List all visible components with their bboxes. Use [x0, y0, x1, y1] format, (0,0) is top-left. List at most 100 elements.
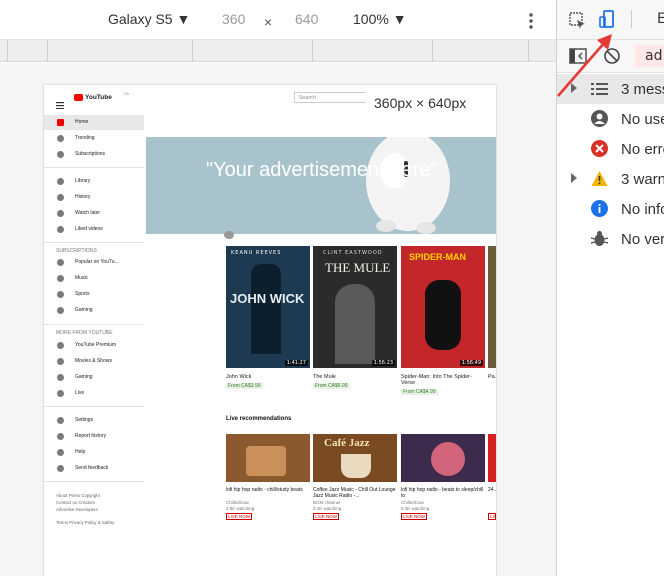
sidebar-item-label: Music — [75, 275, 89, 281]
info-icon — [591, 200, 608, 217]
sidebar-item-gaming-sub[interactable]: Gaming — [44, 303, 144, 318]
live-title[interactable]: lofi hip hop radio - beats to sleep/chil… — [401, 487, 485, 499]
sidebar-item-premium[interactable]: YouTube Premium — [44, 338, 144, 353]
youtube-logo-icon[interactable] — [74, 94, 83, 101]
sidebar-item-label: Home — [75, 119, 89, 125]
elements-tab[interactable]: E — [657, 11, 664, 27]
filter-input[interactable]: ad. — [635, 45, 664, 67]
live-badge: LIVE — [488, 513, 496, 520]
ruler-segment — [313, 40, 433, 62]
movie-card-partial[interactable] — [488, 246, 496, 368]
expand-arrow-icon[interactable] — [571, 173, 577, 183]
live-channel[interactable]: ChilledCow — [226, 500, 249, 505]
sidebar-item-subscriptions[interactable]: Subscriptions — [44, 147, 144, 162]
home-icon — [57, 119, 64, 126]
height-input[interactable]: 640 — [295, 11, 318, 27]
sidebar-item-label: Live — [75, 390, 85, 396]
live-thumbnail-lofi[interactable] — [226, 434, 310, 482]
poster-title: THE MULE — [325, 260, 391, 275]
device-toolbar-toggle-icon[interactable] — [599, 10, 615, 30]
width-input[interactable]: 360 — [222, 11, 245, 27]
media-query-ruler[interactable] — [0, 40, 556, 62]
sidebar-item-help[interactable]: Help — [44, 445, 144, 460]
thumbnail-art — [246, 446, 286, 476]
sidebar-item-history[interactable]: History — [44, 190, 144, 205]
sidebar-item-sports[interactable]: Sports — [44, 287, 144, 302]
movie-card-spider-verse[interactable]: SPIDER-MAN 1:56:49 — [401, 246, 485, 368]
more-from-youtube-header: MORE FROM YOUTUBE — [56, 330, 113, 336]
movie-title[interactable]: John Wick — [226, 374, 251, 380]
inspect-element-icon[interactable] — [569, 12, 587, 30]
sidebar-item-movies[interactable]: Movies & Shows — [44, 354, 144, 369]
bug-icon — [590, 230, 609, 247]
sidebar-item-live[interactable]: Live — [44, 386, 144, 401]
movie-title[interactable]: Pa... Gr... — [488, 374, 496, 380]
piggy-bank-image — [366, 137, 450, 234]
sidebar-item-home[interactable]: Home — [44, 115, 144, 130]
live-badge: LIVE NOW — [226, 513, 253, 520]
user-icon — [591, 110, 608, 127]
sidebar-item-label: Watch later — [75, 210, 101, 216]
device-select[interactable]: Galaxy S5 ▼ — [108, 11, 190, 27]
sidebar-item-trending[interactable]: Trending — [44, 131, 144, 146]
sidebar-item-label: Report history — [75, 433, 107, 439]
sidebar-item-label: Liked videos — [75, 226, 103, 232]
console-row-user[interactable]: No use — [557, 104, 664, 134]
menu-icon[interactable] — [56, 94, 64, 110]
times-sign: × — [264, 14, 273, 30]
sidebar-item-report-history[interactable]: Report history — [44, 429, 144, 444]
poster-figure — [335, 284, 375, 364]
viewport-size-badge: 360px × 640px — [366, 89, 496, 117]
live-title[interactable]: Coffee Jazz Music - Chill Out Lounge Jaz… — [313, 487, 397, 499]
youtube-logo-text[interactable]: YouTube — [85, 94, 112, 101]
footer-links[interactable]: Terms Privacy Policy & Safety — [56, 520, 114, 525]
channel-avatar — [224, 231, 234, 239]
movie-card-the-mule[interactable]: CLINT EASTWOOD THE MULE 1:56:23 — [313, 246, 397, 368]
sidebar-item-liked-videos[interactable]: Liked videos — [44, 222, 144, 237]
search-input[interactable]: Search — [294, 92, 369, 103]
more-options-icon[interactable] — [529, 12, 533, 30]
live-channel[interactable]: BGM channel — [313, 500, 340, 505]
poster-figure — [251, 264, 281, 354]
sidebar-item-library[interactable]: Library — [44, 174, 144, 189]
feedback-icon — [57, 465, 64, 472]
subscriptions-header: SUBSCRIPTIONS — [56, 248, 97, 254]
footer-links[interactable]: Advertise Developers — [56, 507, 98, 512]
footer-links[interactable]: About Press Copyright — [56, 493, 100, 498]
live-title[interactable]: 24... — [488, 487, 496, 493]
emulated-viewport[interactable]: YouTube CA Search Home Trending Subscrip… — [44, 85, 496, 576]
row-label: No ver — [621, 231, 664, 248]
divider — [44, 167, 144, 168]
filter-value: ad. — [645, 48, 664, 64]
movie-price: From CA$3.99 — [226, 383, 263, 389]
device-name: Galaxy S5 — [108, 11, 173, 27]
console-row-warnings[interactable]: 3 warn — [557, 164, 664, 194]
sidebar-item-settings[interactable]: Settings — [44, 413, 144, 428]
advertisement-banner[interactable]: "Your advertisement here" — [146, 137, 496, 234]
thumbnail-text: Café Jazz — [324, 437, 370, 449]
live-title[interactable]: lofi hip hop radio - chill/study beats — [226, 487, 303, 493]
zoom-select[interactable]: 100% ▼ — [353, 11, 407, 27]
live-thumbnail-partial[interactable] — [488, 434, 496, 482]
divider — [631, 10, 632, 28]
movie-card-john-wick[interactable]: KEANU REEVES JOHN WICK 1:41:27 — [226, 246, 310, 368]
sidebar-item-label: Send feedback — [75, 465, 109, 471]
console-row-errors[interactable]: No erro — [557, 134, 664, 164]
console-row-verbose[interactable]: No ver — [557, 224, 664, 254]
live-thumbnail-cafe-jazz[interactable]: Café Jazz — [313, 434, 397, 482]
row-label: 3 mess — [621, 81, 664, 98]
movie-title[interactable]: The Mule — [313, 374, 336, 380]
live-thumbnail-lofi-sleep[interactable] — [401, 434, 485, 482]
sidebar-item-label: Movies & Shows — [75, 358, 112, 364]
sidebar-item-gaming[interactable]: Gaming — [44, 370, 144, 385]
live-channel[interactable]: ChilledCow — [401, 500, 424, 505]
sidebar-item-label: Popular on YouTu... — [75, 259, 119, 265]
ruler-segment — [433, 40, 529, 62]
console-row-info[interactable]: No info — [557, 194, 664, 224]
footer-links[interactable]: Contact us Creators — [56, 500, 95, 505]
movie-title[interactable]: Spider-Man: Into The Spider-Verse — [401, 374, 485, 386]
sidebar-item-music[interactable]: Music — [44, 271, 144, 286]
sidebar-item-send-feedback[interactable]: Send feedback — [44, 461, 144, 476]
sidebar-item-watch-later[interactable]: Watch later — [44, 206, 144, 221]
sidebar-item-popular[interactable]: Popular on YouTu... — [44, 255, 144, 270]
